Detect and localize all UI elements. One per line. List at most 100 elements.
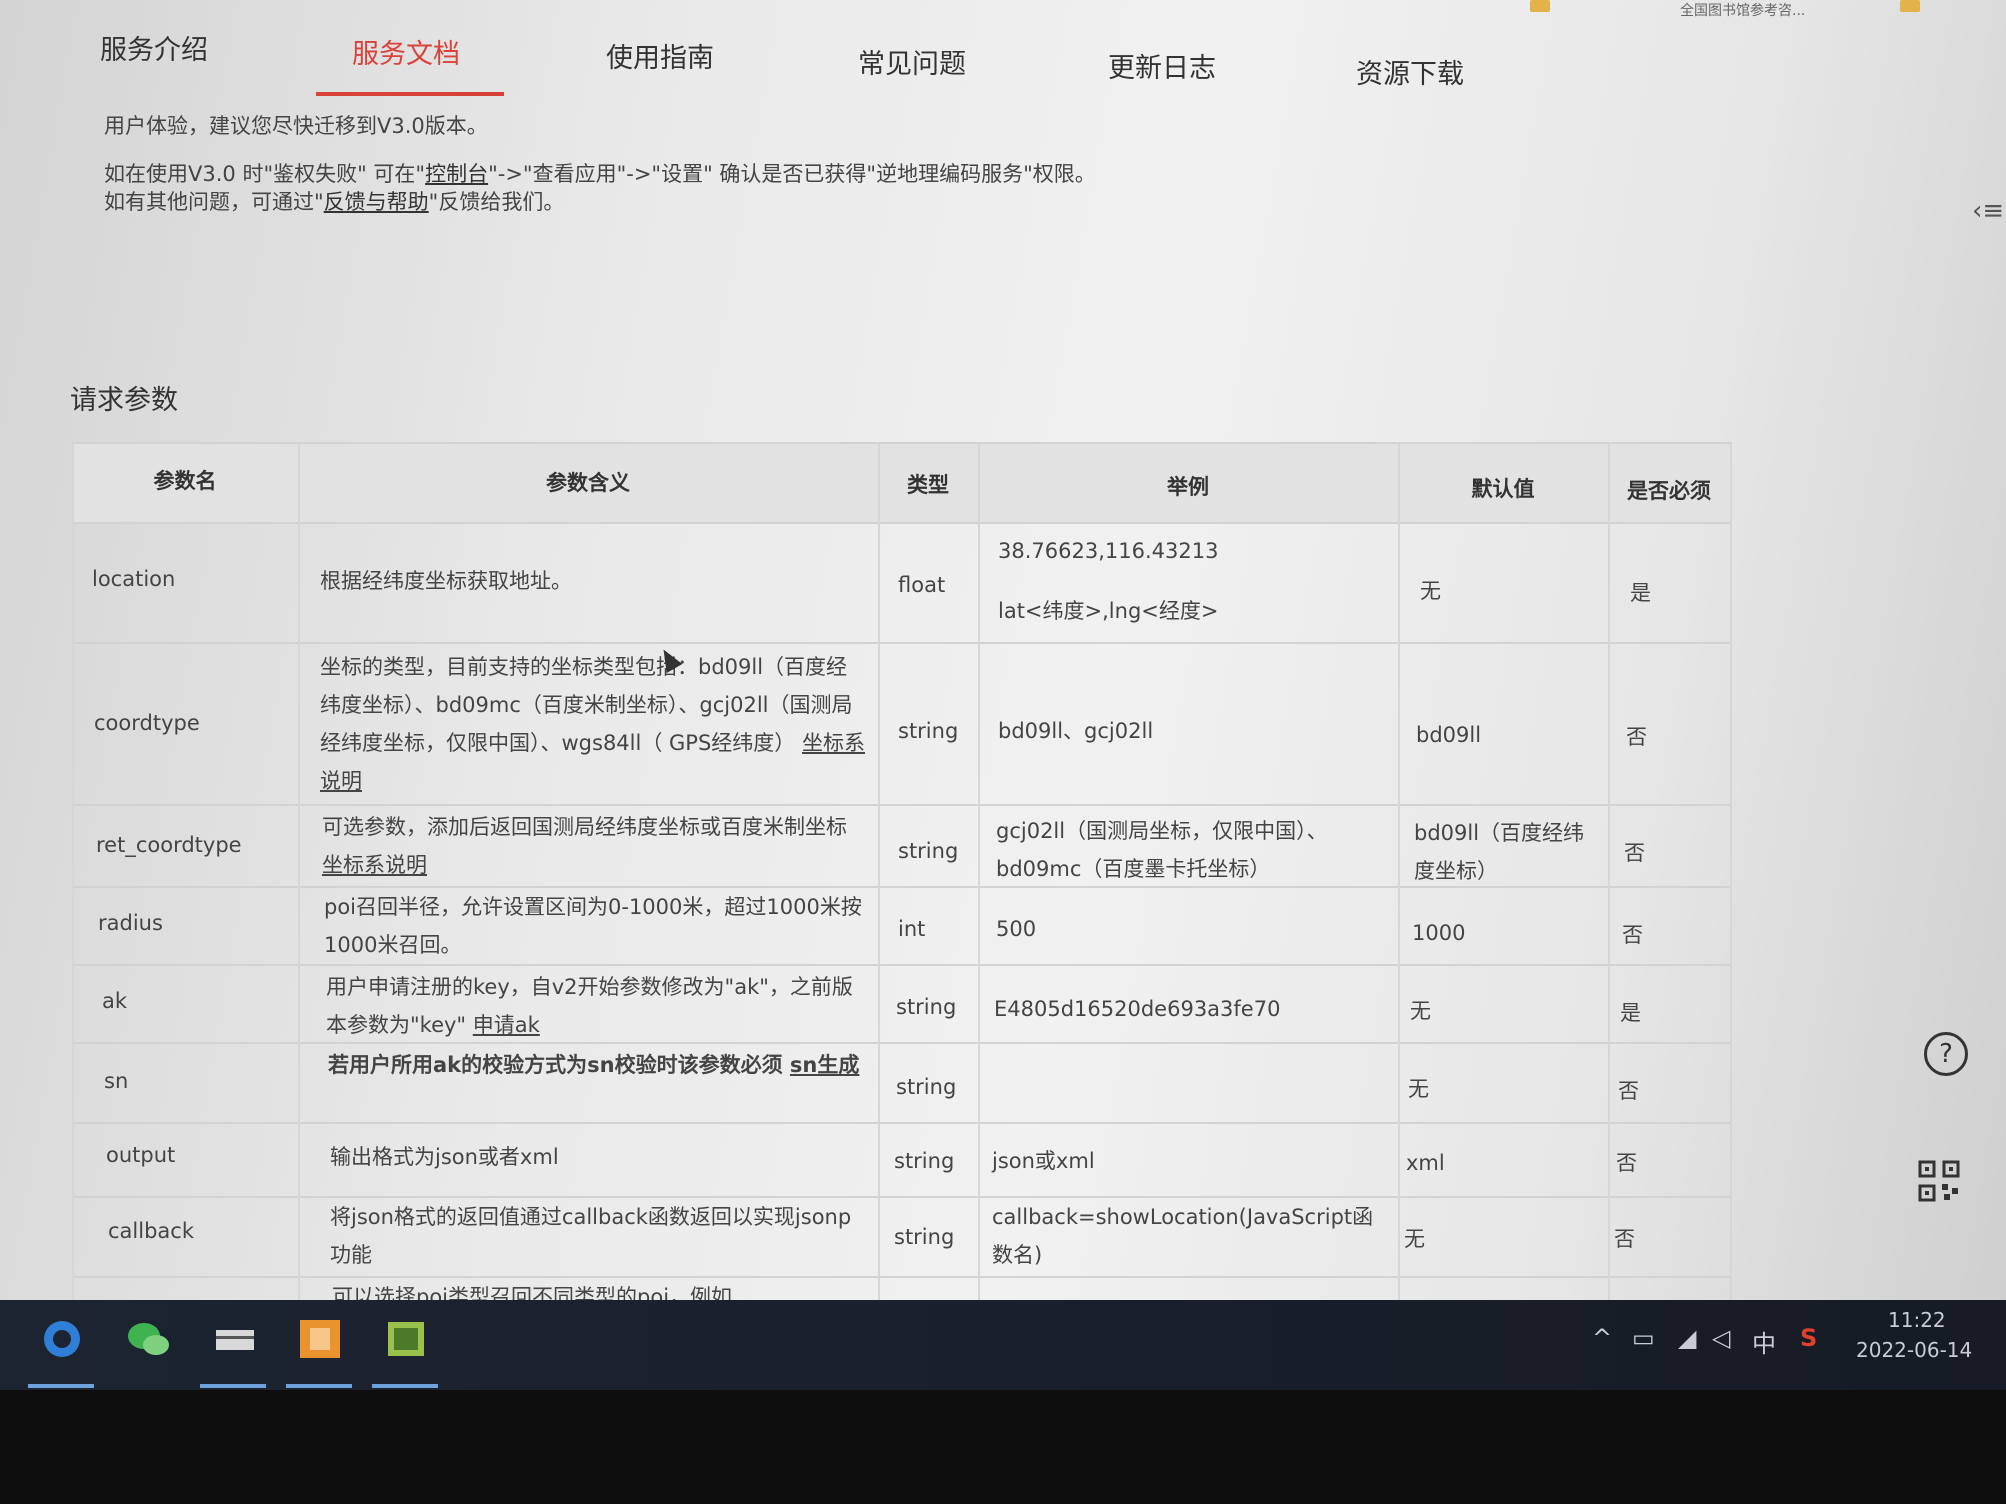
section-title: 请求参数: [70, 385, 178, 416]
sogou-ime-icon[interactable]: S: [1800, 1324, 1817, 1352]
chevron-up-icon[interactable]: ^: [1592, 1324, 1612, 1352]
active-tab-indicator: [316, 92, 504, 96]
table-rule: [72, 1122, 1732, 1124]
presentation-app-icon[interactable]: [292, 1314, 348, 1364]
table-rule: [72, 522, 1732, 524]
param-type: string: [898, 839, 959, 863]
notice-text: 如有其他问题，可通过": [104, 190, 324, 214]
param-required: 否: [1616, 1151, 1637, 1175]
notice-text: 如在使用V3.0 时"鉴权失败" 可在": [104, 162, 426, 186]
table-rule: [72, 642, 1732, 644]
notice-line-3: 如有其他问题，可通过"反馈与帮助"反馈给我们。: [104, 186, 564, 216]
table-rule: [72, 1276, 1732, 1278]
header-type: 类型: [907, 473, 949, 497]
help-button[interactable]: ?: [1924, 1032, 1968, 1076]
active-app-indicator: [28, 1384, 94, 1388]
monitor-bezel: [0, 1390, 2006, 1504]
notice-line-2: 如在使用V3.0 时"鉴权失败" 可在"控制台"->"查看应用"->"设置" 确…: [104, 158, 1096, 188]
header-default: 默认值: [1471, 477, 1535, 501]
partial-row-desc: 可以选择poi类型召回不同类型的poi，例如: [332, 1285, 733, 1300]
param-default: bd09ll（百度经纬度坐标）: [1414, 821, 1585, 883]
table-rule: [72, 442, 1732, 444]
browser-app-icon[interactable]: [34, 1314, 90, 1364]
param-example: E4805d16520de693a3fe70: [994, 997, 1281, 1021]
doc-nav: 服务介绍 服务文档 使用指南 常见问题 更新日志 资源下载: [0, 0, 1600, 100]
table-rule: [298, 442, 300, 1300]
clock-time[interactable]: 11:22: [1888, 1308, 1946, 1332]
param-desc: 可选参数，添加后返回国测局经纬度坐标或百度米制坐标 坐标系说明: [322, 808, 867, 884]
file-manager-app-icon[interactable]: [206, 1314, 262, 1364]
active-app-indicator: [286, 1384, 352, 1388]
tab-service-intro[interactable]: 服务介绍: [100, 28, 208, 67]
param-required: 否: [1622, 923, 1643, 947]
clock-date[interactable]: 2022-06-14: [1856, 1338, 1972, 1362]
param-desc: 若用户所用ak的校验方式为sn校验时该参数必须 sn生成: [328, 1046, 868, 1084]
param-example: gcj02ll（国测局坐标，仅限中国）、bd09mc（百度墨卡托坐标）: [996, 819, 1328, 881]
tab-faq[interactable]: 常见问题: [858, 42, 966, 81]
bookmark-item[interactable]: 全国图书馆参考咨...: [1680, 0, 1805, 19]
param-desc: 将json格式的返回值通过callback函数返回以实现jsonp功能: [330, 1205, 852, 1267]
sn-generate-link[interactable]: sn生成: [790, 1053, 859, 1077]
param-required: 否: [1618, 1079, 1639, 1103]
param-type: string: [894, 1149, 955, 1173]
table-rule: [72, 1042, 1732, 1044]
param-name: radius: [98, 911, 163, 935]
param-required: 是: [1620, 1001, 1641, 1025]
notice-text: "->"查看应用"->"设置" 确认是否已获得"逆地理编码服务"权限。: [488, 162, 1096, 186]
param-default: 无: [1410, 999, 1431, 1023]
tab-downloads[interactable]: 资源下载: [1356, 52, 1464, 91]
param-desc: 坐标的类型，目前支持的坐标类型包括：bd09ll（百度经纬度坐标）、bd09mc…: [320, 648, 865, 800]
notice-text: "反馈给我们。: [428, 190, 565, 214]
image-viewer-app-icon[interactable]: [378, 1314, 434, 1364]
param-required: 否: [1626, 725, 1647, 749]
param-default: 1000: [1412, 921, 1466, 945]
param-default: 无: [1408, 1077, 1429, 1101]
table-rule: [72, 804, 1732, 806]
wechat-app-icon[interactable]: [120, 1314, 176, 1364]
side-menu-icon[interactable]: ‹≡: [1972, 196, 2004, 226]
param-example: bd09ll、gcj02ll: [998, 719, 1154, 743]
param-default: bd09ll: [1416, 723, 1482, 747]
active-app-indicator: [200, 1384, 266, 1388]
table-rule: [72, 964, 1732, 966]
param-name: callback: [108, 1219, 194, 1243]
param-name: output: [106, 1143, 176, 1167]
param-example: 38.76623,116.43213: [998, 539, 1219, 563]
tab-usage-guide[interactable]: 使用指南: [606, 36, 714, 75]
params-table: 参数名 参数含义 类型 举例 默认值 是否必须 location 根据经纬度坐标…: [72, 442, 1732, 1300]
header-param-name: 参数名: [153, 469, 217, 493]
param-type: string: [894, 1225, 955, 1249]
param-example: callback=showLocation(JavaScript函数名): [992, 1205, 1374, 1267]
coord-system-link[interactable]: 坐标系说明: [322, 853, 427, 877]
notice-line-1: 用户体验，建议您尽快迁移到V3.0版本。: [104, 114, 488, 138]
qr-code-icon[interactable]: [1918, 1160, 1960, 1202]
param-default: 无: [1404, 1227, 1425, 1251]
ime-indicator[interactable]: 中: [1752, 1324, 1776, 1359]
tab-service-docs[interactable]: 服务文档: [352, 32, 460, 71]
table-rule: [878, 442, 880, 1300]
param-default: 无: [1420, 579, 1441, 603]
param-required: 否: [1614, 1227, 1635, 1251]
param-type: float: [898, 573, 946, 597]
tab-changelog[interactable]: 更新日志: [1108, 46, 1216, 85]
param-desc: 输出格式为json或者xml: [330, 1145, 559, 1169]
param-desc-text: 若用户所用ak的校验方式为sn校验时该参数必须: [328, 1053, 783, 1077]
feedback-link[interactable]: 反馈与帮助: [324, 190, 429, 214]
param-name: ret_coordtype: [96, 833, 242, 857]
header-example: 举例: [1167, 475, 1209, 499]
param-type: int: [898, 917, 926, 941]
param-example: json或xml: [992, 1149, 1095, 1173]
bookmark-folder-icon[interactable]: [1900, 0, 1920, 12]
wifi-icon[interactable]: ◢: [1678, 1324, 1696, 1352]
param-required: 否: [1624, 841, 1645, 865]
apply-ak-link[interactable]: 申请ak: [473, 1013, 540, 1037]
table-rule: [978, 442, 980, 1300]
param-type: string: [896, 1075, 957, 1099]
taskbar: ^ ▭ ◢ ◁ 中 S 11:22 2022-06-14: [0, 1300, 2006, 1390]
header-param-meaning: 参数含义: [546, 471, 630, 495]
browser-viewport: 全国图书馆参考咨... 服务介绍 服务文档 使用指南 常见问题 更新日志 资源下…: [0, 0, 2006, 1300]
console-link[interactable]: 控制台: [425, 162, 488, 186]
battery-icon[interactable]: ▭: [1632, 1324, 1655, 1352]
param-desc: 用户申请注册的key，自v2开始参数修改为"ak"，之前版本参数为"key" 申…: [326, 968, 866, 1044]
volume-icon[interactable]: ◁: [1712, 1324, 1730, 1352]
